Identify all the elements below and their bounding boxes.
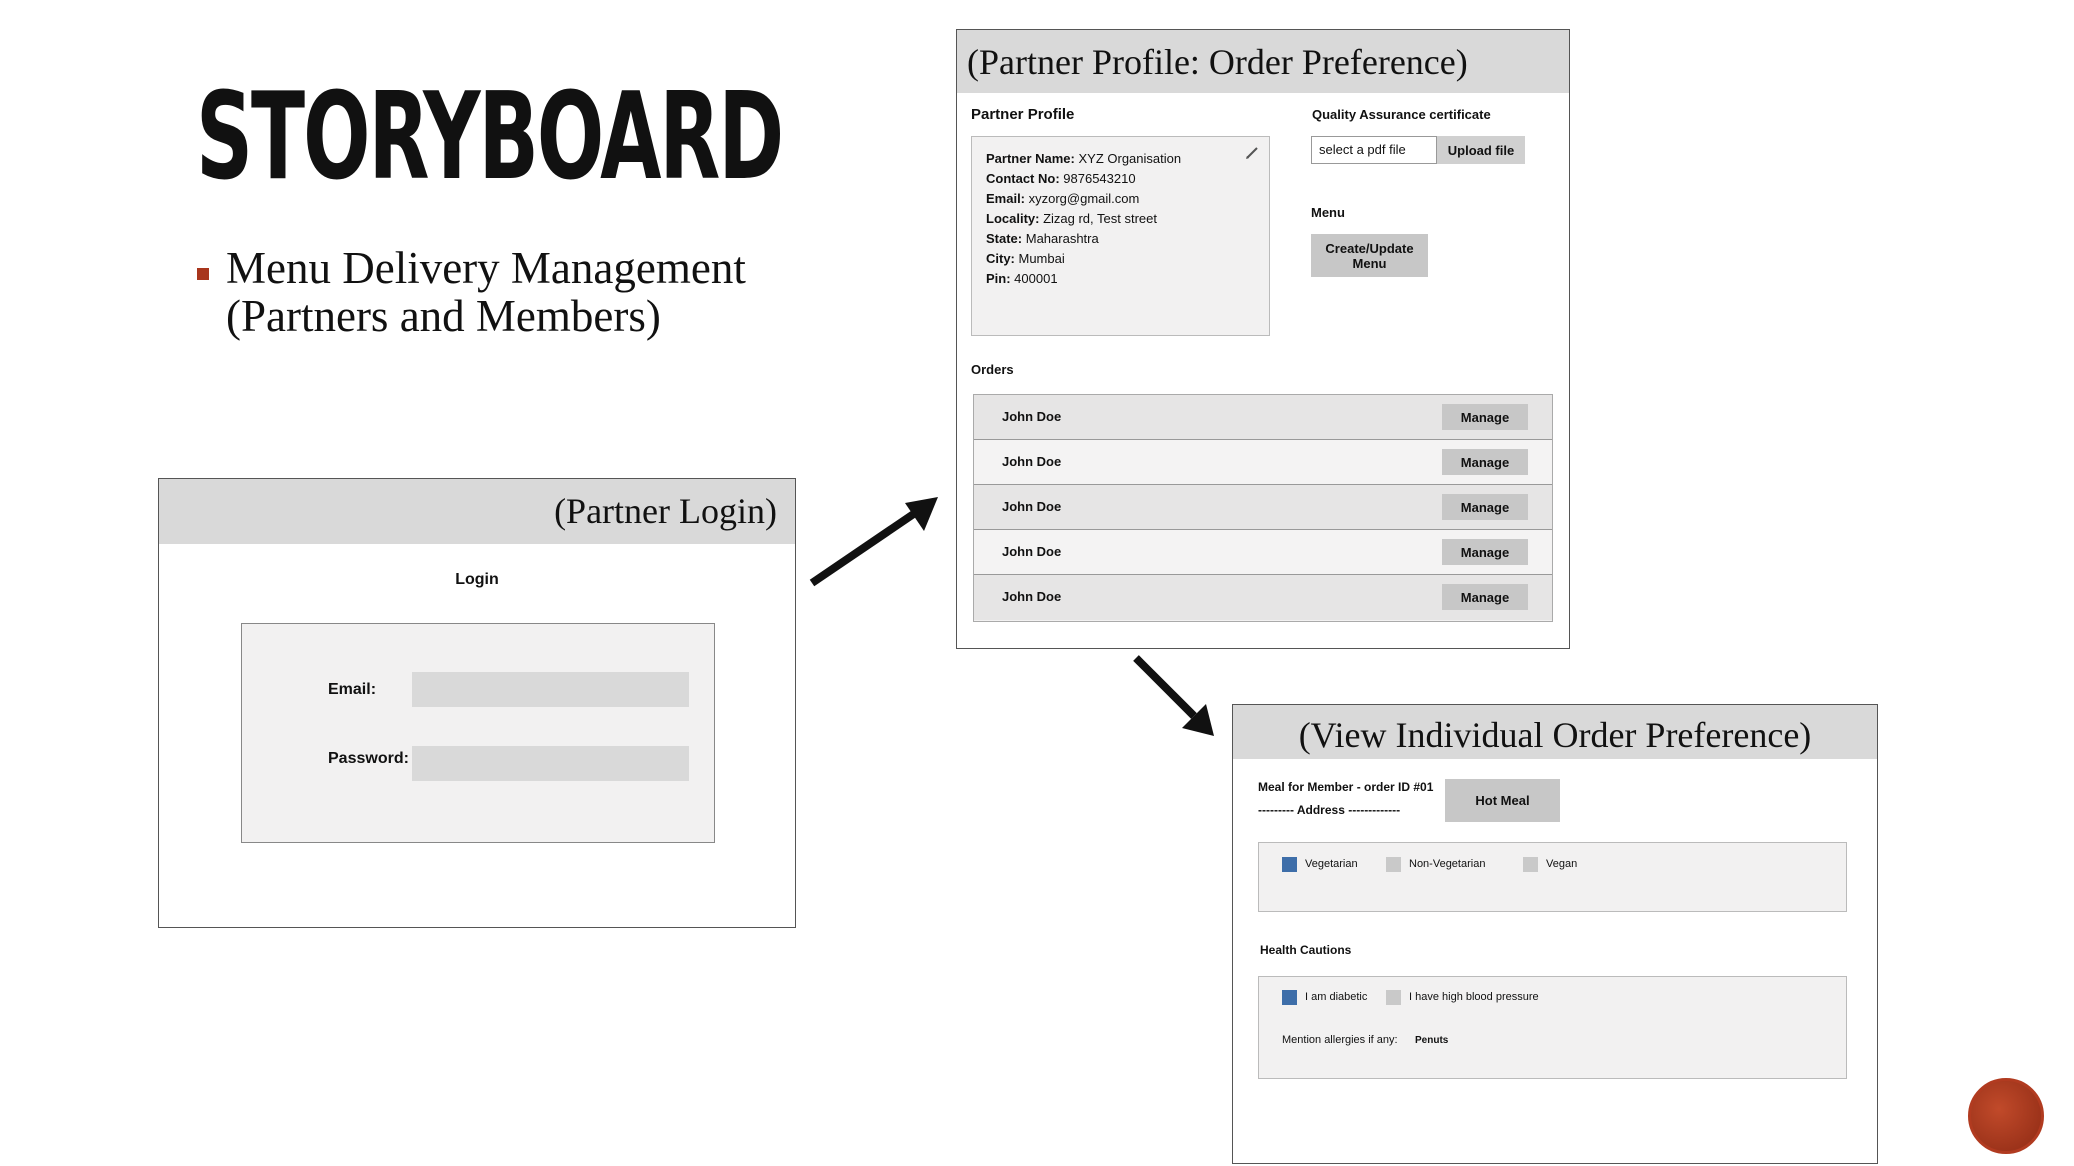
bullet-text: Menu Delivery Management (Partners and M… — [226, 244, 746, 340]
info-pin: Pin: 400001 — [986, 269, 1181, 289]
info-value: 9876543210 — [1059, 171, 1136, 186]
allergies-label: Mention allergies if any: — [1282, 1034, 1398, 1046]
info-label: State: — [986, 231, 1023, 246]
order-name: John Doe — [1002, 454, 1062, 469]
password-label: Password: — [328, 750, 409, 767]
non-vegetarian-label: Non-Vegetarian — [1409, 858, 1486, 870]
member-address: --------- Address ------------- — [1258, 803, 1401, 817]
info-value: xyzorg@gmail.com — [1025, 191, 1140, 206]
info-label: City: — [986, 251, 1015, 266]
menu-button-line-2: Menu — [1352, 255, 1387, 271]
upload-file-button[interactable]: Upload file — [1437, 136, 1525, 164]
manage-order-button[interactable]: Manage — [1442, 449, 1528, 475]
arrow-to-profile-icon — [809, 497, 938, 587]
order-row[interactable]: John Doe Manage — [974, 530, 1552, 575]
order-row[interactable]: John Doe Manage — [974, 440, 1552, 485]
create-update-menu-button[interactable]: Create/Update Menu — [1311, 234, 1428, 277]
info-value: Mumbai — [1014, 251, 1065, 266]
high-blood-pressure-label: I have high blood pressure — [1409, 991, 1539, 1003]
order-name: John Doe — [1002, 589, 1062, 604]
info-label: Contact No: — [986, 171, 1060, 186]
vegan-label: Vegan — [1546, 858, 1578, 870]
hot-meal-button[interactable]: Hot Meal — [1445, 779, 1560, 822]
allergies-value: Penuts — [1415, 1035, 1449, 1046]
info-label: Locality: — [986, 211, 1040, 226]
order-row[interactable]: John Doe Manage — [974, 575, 1552, 620]
password-input[interactable] — [412, 746, 689, 781]
partner-profile-panel: (Partner Profile: Order Preference) Part… — [956, 29, 1570, 649]
view-panel-header: (View Individual Order Preference) — [1233, 705, 1877, 759]
info-label: Pin: — [986, 271, 1011, 286]
vegetarian-label: Vegetarian — [1305, 858, 1358, 870]
login-heading: Login — [455, 571, 499, 588]
info-label: Email: — [986, 191, 1026, 206]
manage-order-button[interactable]: Manage — [1442, 584, 1528, 610]
meal-title: Meal for Member - order ID #01 — [1258, 780, 1434, 794]
slide-title: STORYBOARD — [196, 68, 784, 207]
order-row[interactable]: John Doe Manage — [974, 485, 1552, 530]
info-value: Maharashtra — [1022, 231, 1099, 246]
info-partner-name: Partner Name: XYZ Organisation — [986, 149, 1181, 169]
menu-title: Menu — [1311, 205, 1345, 220]
email-label: Email: — [328, 681, 377, 698]
bullet-line-2: (Partners and Members) — [226, 291, 661, 341]
order-row[interactable]: John Doe Manage — [974, 395, 1552, 440]
bullet-marker — [197, 268, 209, 280]
info-value: XYZ Organisation — [1074, 151, 1182, 166]
manage-order-button[interactable]: Manage — [1442, 494, 1528, 520]
health-cautions-title: Health Cautions — [1260, 943, 1352, 957]
health-cautions-box: I am diabetic I have high blood pressure… — [1258, 976, 1847, 1079]
pdf-file-input[interactable]: select a pdf file — [1311, 136, 1437, 164]
order-name: John Doe — [1002, 499, 1062, 514]
orders-title: Orders — [971, 362, 1014, 377]
partner-info-list: Partner Name: XYZ Organisation Contact N… — [986, 149, 1181, 289]
arrow-to-view-icon — [1133, 655, 1214, 736]
bullet-line-1: Menu Delivery Management — [226, 243, 746, 293]
profile-section-title: Partner Profile — [971, 106, 1075, 123]
info-label: Partner Name: — [986, 151, 1075, 166]
login-form: Email: Password: — [241, 623, 715, 843]
order-name: John Doe — [1002, 409, 1062, 424]
vegetarian-checkbox[interactable] — [1282, 857, 1297, 872]
partner-login-panel: (Partner Login) Login Email: Password: — [158, 478, 796, 928]
info-state: State: Maharashtra — [986, 229, 1181, 249]
info-locality: Locality: Zizag rd, Test street — [986, 209, 1181, 229]
edit-pencil-icon[interactable] — [1245, 146, 1259, 160]
email-input[interactable] — [412, 672, 689, 707]
info-email: Email: xyzorg@gmail.com — [986, 189, 1181, 209]
info-contact-no: Contact No: 9876543210 — [986, 169, 1181, 189]
diabetic-checkbox[interactable] — [1282, 990, 1297, 1005]
vegan-checkbox[interactable] — [1523, 857, 1538, 872]
non-vegetarian-checkbox[interactable] — [1386, 857, 1401, 872]
profile-panel-header: (Partner Profile: Order Preference) — [957, 30, 1569, 93]
slide-logo-icon — [1968, 1078, 2044, 1154]
diet-preference-box: Vegetarian Non-Vegetarian Vegan — [1258, 842, 1847, 912]
menu-button-line-1: Create/Update — [1325, 240, 1414, 256]
info-city: City: Mumbai — [986, 249, 1181, 269]
manage-order-button[interactable]: Manage — [1442, 539, 1528, 565]
orders-list: John Doe Manage John Doe Manage John Doe… — [973, 394, 1553, 622]
manage-order-button[interactable]: Manage — [1442, 404, 1528, 430]
order-name: John Doe — [1002, 544, 1062, 559]
qa-certificate-title: Quality Assurance certificate — [1312, 107, 1491, 122]
login-panel-header: (Partner Login) — [159, 479, 795, 544]
diabetic-label: I am diabetic — [1305, 991, 1368, 1003]
partner-info-card: Partner Name: XYZ Organisation Contact N… — [971, 136, 1270, 336]
info-value: Zizag rd, Test street — [1039, 211, 1157, 226]
info-value: 400001 — [1010, 271, 1058, 286]
high-blood-pressure-checkbox[interactable] — [1386, 990, 1401, 1005]
view-order-preference-panel: (View Individual Order Preference) Meal … — [1232, 704, 1878, 1164]
